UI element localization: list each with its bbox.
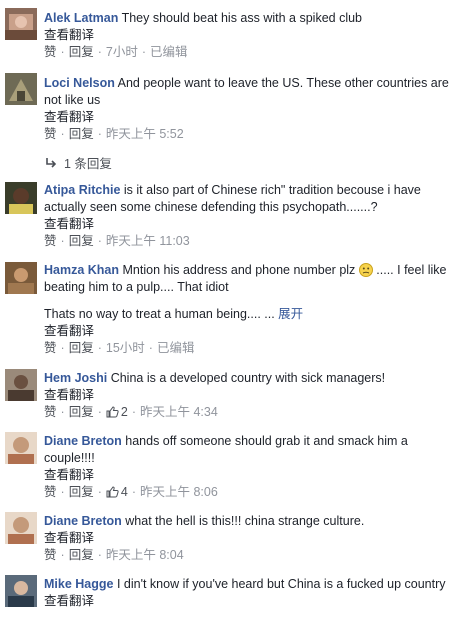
avatar[interactable] [5,8,37,40]
commenter-name[interactable]: Atipa Ritchie [44,183,120,197]
thumbs-up-icon [106,486,119,498]
like-count[interactable]: 2 [121,405,128,419]
reply-button[interactable]: 回复 [69,485,94,499]
comment-actions: 赞 · 回复 · 昨天上午 11:03 [44,234,190,248]
avatar[interactable] [5,262,37,294]
avatar[interactable] [5,182,37,214]
replies-count: 1 条回复 [64,157,112,171]
comment-text-second-paragraph: Thats no way to treat a human being.... … [44,307,275,321]
reply-button[interactable]: 回复 [69,127,94,141]
timestamp[interactable]: 昨天上午 8:04 [106,548,184,562]
see-translation-link[interactable]: 查看翻译 [44,593,452,610]
reply-button[interactable]: 回复 [69,405,94,419]
avatar[interactable] [5,512,37,544]
see-translation-link[interactable]: 查看翻译 [44,530,452,547]
timestamp[interactable]: 昨天上午 11:03 [106,234,190,248]
commenter-name[interactable]: Alek Latman [44,11,118,25]
like-button[interactable]: 赞 [44,405,57,419]
comment-actions: 赞 · 回复 · 15小时 · 已编辑 [44,341,195,355]
avatar[interactable] [5,575,37,607]
comment-actions: 赞 · 回复 · 昨天上午 5:52 [44,127,184,141]
view-replies-link[interactable]: 1 条回复 [44,153,112,172]
like-button[interactable]: 赞 [44,234,57,248]
like-button[interactable]: 赞 [44,548,57,562]
comment-text: I din't know if you've heard but China i… [116,577,446,591]
like-button[interactable]: 赞 [44,341,57,355]
comment-actions: 赞 · 回复 · 7小时 · 已编辑 [44,45,188,59]
reply-button[interactable]: 回复 [69,45,94,59]
commenter-name[interactable]: Mike Hagge [44,577,113,591]
reply-button[interactable]: 回复 [69,234,94,248]
timestamp[interactable]: 昨天上午 4:34 [140,405,218,419]
commenter-name[interactable]: Hamza Khan [44,263,119,277]
avatar[interactable] [5,73,37,105]
like-count[interactable]: 4 [121,485,128,499]
avatar[interactable] [5,432,37,464]
see-translation-link[interactable]: 查看翻译 [44,27,452,44]
confused-face-icon [358,263,373,277]
timestamp[interactable]: 昨天上午 8:06 [140,485,218,499]
comment-actions: 赞 · 回复 · 昨天上午 8:04 [44,548,184,562]
comment-actions: 赞 · 回复 · 4 · 昨天上午 8:06 [44,485,218,499]
comment-actions: 赞 · 回复 · 2 · 昨天上午 4:34 [44,405,218,419]
see-translation-link[interactable]: 查看翻译 [44,109,452,126]
commenter-name[interactable]: Loci Nelson [44,76,115,90]
timestamp[interactable]: 昨天上午 5:52 [106,127,184,141]
reply-arrow-icon [46,158,57,168]
commenter-name[interactable]: Diane Breton [44,434,122,448]
reply-button[interactable]: 回复 [69,548,94,562]
comment-text: what the hell is this!!! china strange c… [125,514,365,528]
commenter-name[interactable]: Hem Joshi [44,371,107,385]
avatar[interactable] [5,369,37,401]
like-button[interactable]: 赞 [44,45,57,59]
see-translation-link[interactable]: 查看翻译 [44,216,452,233]
timestamp[interactable]: 15小时 [106,341,145,355]
timestamp[interactable]: 7小时 [106,45,138,59]
reply-button[interactable]: 回复 [69,341,94,355]
edited-label[interactable]: 已编辑 [157,341,195,355]
see-translation-link[interactable]: 查看翻译 [44,387,452,404]
see-translation-link[interactable]: 查看翻译 [44,323,452,340]
edited-label[interactable]: 已编辑 [150,45,188,59]
like-button[interactable]: 赞 [44,485,57,499]
commenter-name[interactable]: Diane Breton [44,514,122,528]
comment-text: They should beat his ass with a spiked c… [121,11,363,25]
comment-text: Mntion his address and phone number plz [122,263,356,277]
see-translation-link[interactable]: 查看翻译 [44,467,452,484]
thumbs-up-icon [106,406,119,418]
like-button[interactable]: 赞 [44,127,57,141]
comment-text: China is a developed country with sick m… [110,371,386,385]
expand-link[interactable]: 展开 [278,307,303,321]
